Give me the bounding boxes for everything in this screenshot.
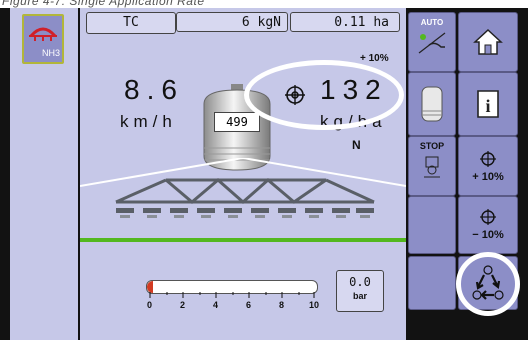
gauge-tick-6: 6 xyxy=(246,300,252,310)
rate-increase-button[interactable]: + 10% xyxy=(458,136,518,196)
svg-text:i: i xyxy=(485,96,490,116)
nh3-applicator-button[interactable]: NH3 xyxy=(22,14,64,64)
gauge-tick-2: 2 xyxy=(180,300,186,310)
speed-value: 8.6 xyxy=(124,74,184,105)
home-button[interactable] xyxy=(458,12,518,72)
info-button[interactable]: i xyxy=(458,72,518,136)
gauge-tick-10: 10 xyxy=(309,300,320,310)
rate-display-label: 6 kgN xyxy=(241,15,281,30)
pressure-unit: bar xyxy=(352,291,367,301)
pressure-value: 0.0 xyxy=(349,275,371,289)
pressure-scale: 0 2 4 6 8 10 xyxy=(146,300,326,312)
stop-spray-icon xyxy=(424,156,440,178)
auto-manual-button[interactable]: AUTO xyxy=(408,12,456,72)
empty-button-2[interactable] xyxy=(408,256,456,310)
tank-level-box: 499 xyxy=(214,112,260,132)
target-minus-icon xyxy=(480,209,496,225)
rate-increase-label: + 10% xyxy=(472,171,504,183)
boom-graphic xyxy=(80,158,406,242)
empty-button-1[interactable] xyxy=(408,196,456,254)
info-icon: i xyxy=(477,90,499,118)
nh3-label: NH3 xyxy=(41,48,60,58)
stop-button[interactable]: STOP xyxy=(408,136,456,196)
area-box[interactable]: 0.11 ha xyxy=(290,12,400,32)
target-plus-icon xyxy=(480,151,496,167)
auto-hand-icon xyxy=(418,32,446,54)
gauge-tick-4: 4 xyxy=(213,300,219,310)
tank-level: 499 xyxy=(226,115,248,129)
rate-decrease-button[interactable]: − 10% xyxy=(458,196,518,254)
rate-increment-label: + 10% xyxy=(360,53,389,64)
rate-decrease-label: − 10% xyxy=(472,229,504,241)
auto-label: AUTO xyxy=(420,18,444,27)
tank-button[interactable] xyxy=(408,72,456,136)
applicator-icon xyxy=(29,27,57,41)
gauge-tick-0: 0 xyxy=(147,300,153,310)
area-label: 0.11 ha xyxy=(334,15,389,30)
highlight-circle xyxy=(456,252,520,316)
product-label: N xyxy=(352,138,361,152)
stop-label: STOP xyxy=(419,141,445,151)
figure-caption: Figure 4-7: Single Application Rate xyxy=(2,0,205,8)
display-screen: NH3 TC 6 kgN 0.11 ha 8.6 km/h + 10% 499 xyxy=(0,8,528,340)
pressure-readout: 0.0 bar xyxy=(336,270,384,312)
mode-label: TC xyxy=(123,15,139,30)
tank-small-icon xyxy=(421,86,443,122)
mode-box[interactable]: TC xyxy=(86,12,176,34)
speed-unit: km/h xyxy=(120,112,177,131)
home-icon xyxy=(473,28,503,55)
gauge-tick-8: 8 xyxy=(279,300,285,310)
highlight-oval xyxy=(244,60,404,130)
left-panel: NH3 xyxy=(10,8,78,340)
rate-display-box[interactable]: 6 kgN xyxy=(176,12,288,32)
